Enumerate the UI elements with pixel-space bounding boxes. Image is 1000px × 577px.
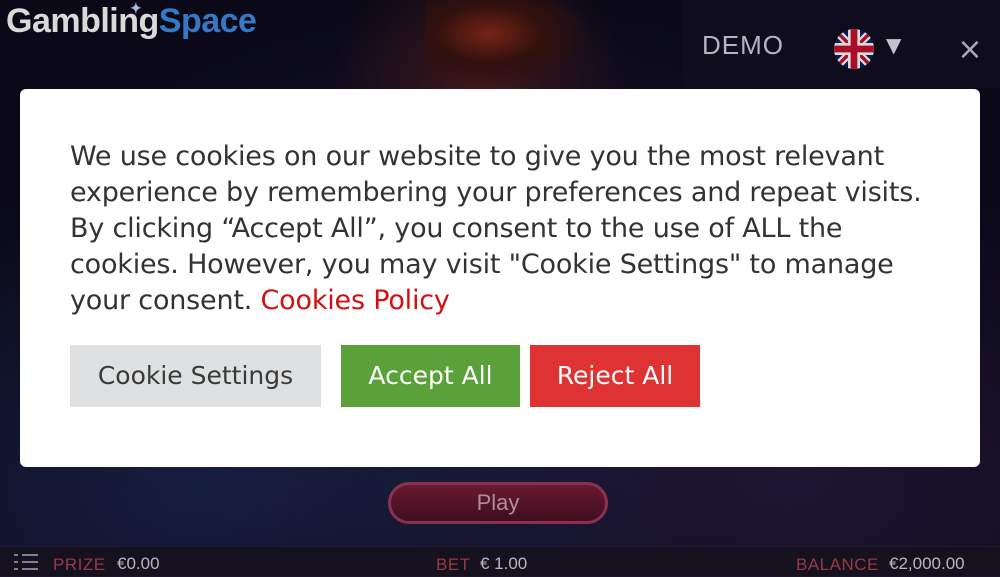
accept-all-button[interactable]: Accept All (341, 345, 520, 407)
cookie-consent-dialog: We use cookies on our website to give yo… (20, 89, 980, 467)
cookie-message-text: We use cookies on our website to give yo… (70, 141, 922, 316)
cookie-message: We use cookies on our website to give yo… (70, 139, 940, 319)
reject-all-button[interactable]: Reject All (530, 345, 700, 407)
cookies-policy-link[interactable]: Cookies Policy (261, 285, 450, 316)
cookie-settings-button[interactable]: Cookie Settings (70, 345, 321, 407)
